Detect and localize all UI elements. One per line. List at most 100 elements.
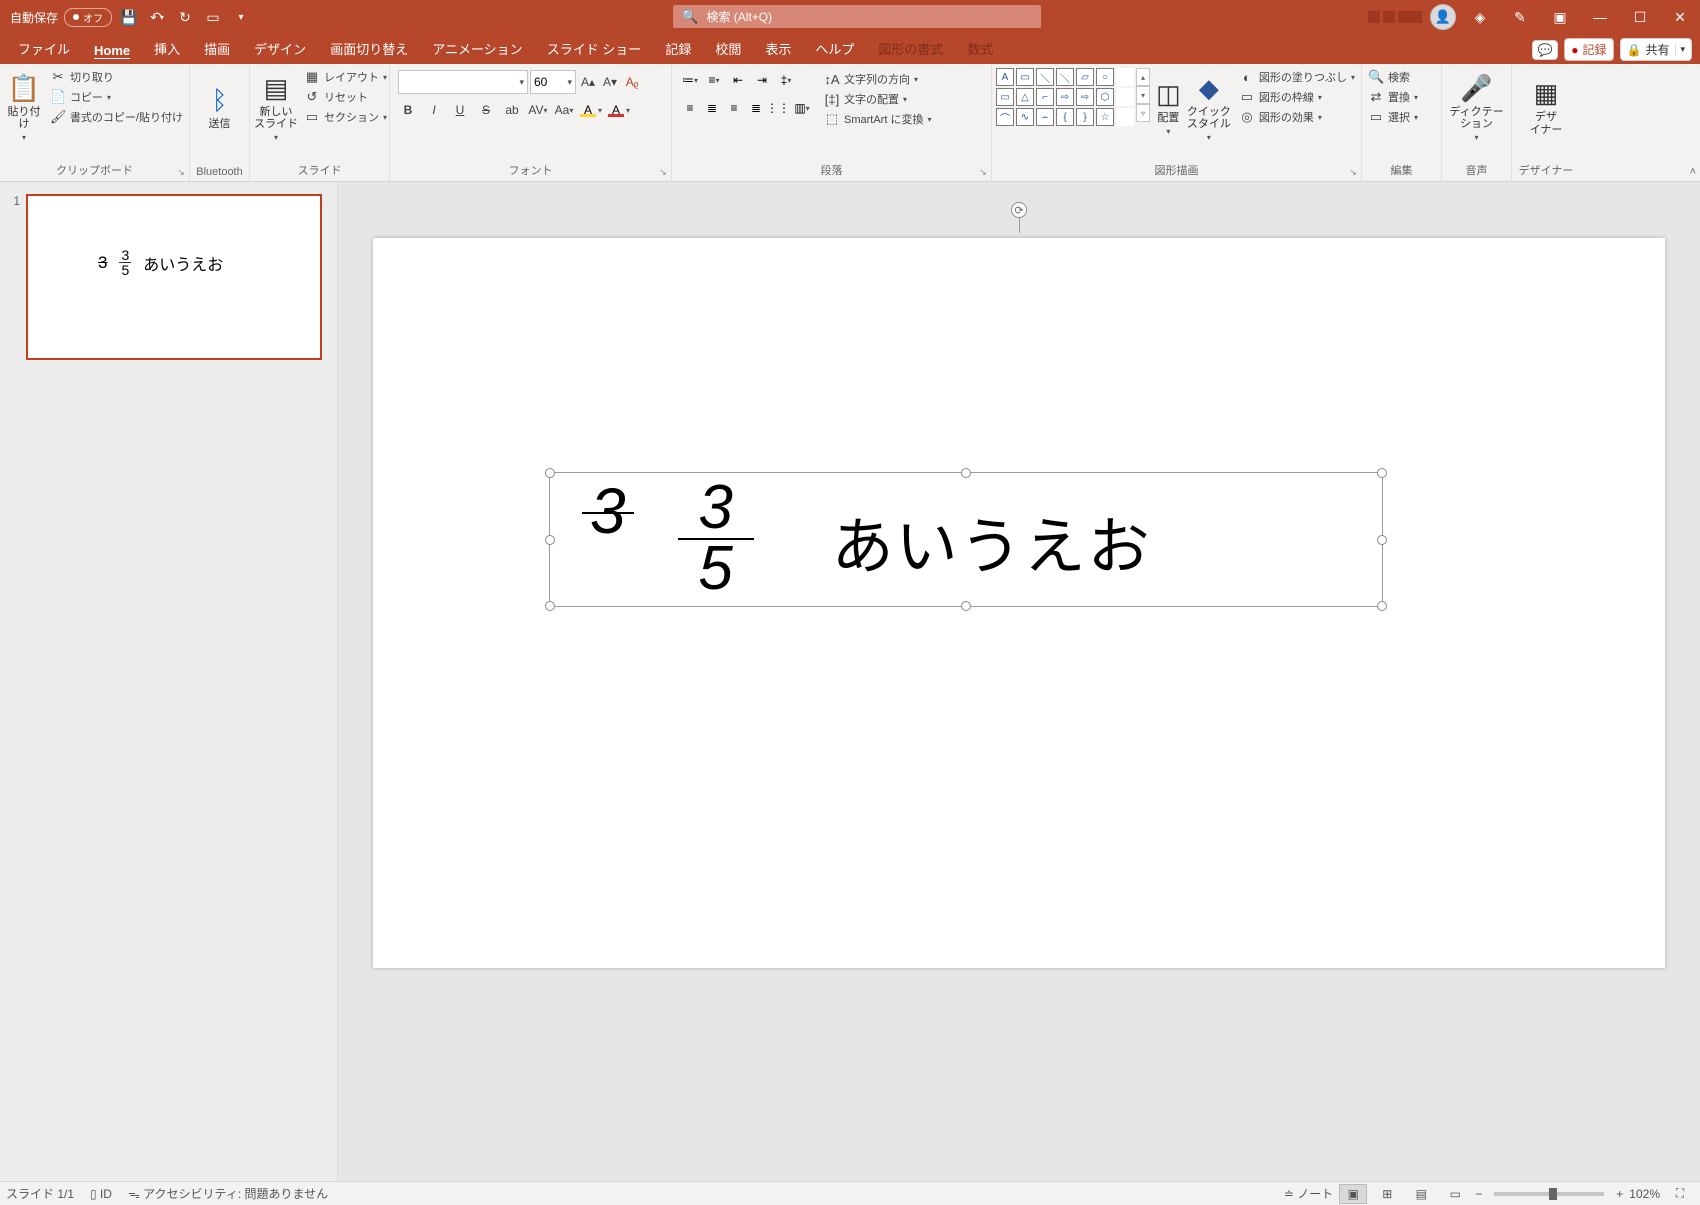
justify-button[interactable]: ≣: [746, 98, 766, 118]
handle-l[interactable]: [545, 535, 555, 545]
decrease-indent-button[interactable]: ⇤: [728, 70, 748, 90]
slide-thumbnail-1[interactable]: 3 35 あいうえお: [26, 194, 322, 360]
zoom-slider[interactable]: [1494, 1192, 1604, 1196]
select-button[interactable]: ▭選択▾: [1366, 108, 1420, 126]
text-direction-button[interactable]: ↕A文字列の方向▾: [822, 70, 933, 88]
format-painter-button[interactable]: 🖌書式のコピー/貼り付け: [48, 108, 185, 126]
arrange-button[interactable]: ◫配置▾: [1156, 68, 1181, 148]
zoom-level[interactable]: 102%: [1629, 1187, 1660, 1201]
tab-insert[interactable]: 挿入: [142, 33, 192, 64]
change-case-button[interactable]: Aa▾: [554, 100, 574, 120]
diamond-icon[interactable]: ◈: [1460, 0, 1500, 34]
smartart-button[interactable]: ⬚SmartArt に変換▾: [822, 110, 933, 128]
gallery-more-button[interactable]: ▿: [1136, 104, 1150, 122]
save-icon[interactable]: 💾: [118, 6, 140, 28]
clear-formatting-button[interactable]: Aᵨ: [622, 72, 642, 92]
strikethrough-button[interactable]: S: [476, 100, 496, 120]
tab-design[interactable]: デザイン: [242, 33, 318, 64]
pen-icon[interactable]: ✎: [1500, 0, 1540, 34]
cut-button[interactable]: ✂切り取り: [48, 68, 185, 86]
quick-styles-button[interactable]: ◆クイック スタイル▾: [1187, 68, 1231, 148]
italic-button[interactable]: I: [424, 100, 444, 120]
tab-record[interactable]: 記録: [653, 33, 703, 64]
bold-button[interactable]: B: [398, 100, 418, 120]
font-size-combo[interactable]: 60▾: [530, 70, 576, 94]
new-slide-button[interactable]: ▤ 新しい スライド▾: [254, 68, 298, 148]
paste-button[interactable]: 📋 貼り付け ▾: [4, 68, 44, 148]
clipboard-launcher[interactable]: ↘: [175, 167, 187, 179]
tab-draw[interactable]: 描画: [192, 33, 242, 64]
font-launcher[interactable]: ↘: [657, 167, 669, 179]
decrease-font-button[interactable]: A▾: [600, 72, 620, 92]
redo-icon[interactable]: ↻: [174, 6, 196, 28]
comments-icon[interactable]: 💬: [1532, 40, 1558, 60]
handle-br[interactable]: [1377, 601, 1387, 611]
reading-view-button[interactable]: ▤: [1407, 1184, 1435, 1204]
reset-button[interactable]: ↺リセット: [302, 88, 389, 106]
font-name-combo[interactable]: ▾: [398, 70, 528, 94]
minimize-button[interactable]: —: [1580, 0, 1620, 34]
align-text-button[interactable]: [‡]文字の配置▾: [822, 90, 933, 108]
layout-button[interactable]: ▦レイアウト▾: [302, 68, 389, 86]
slideshow-view-button[interactable]: ▭: [1441, 1184, 1469, 1204]
present-from-start-icon[interactable]: ▭: [202, 6, 224, 28]
normal-view-button[interactable]: ▣: [1339, 1184, 1367, 1204]
bullets-button[interactable]: ≔▾: [680, 70, 700, 90]
shape-gallery[interactable]: A▭＼＼▱○ ▭△⌐⇨⇨⬡ ⌒∿⌢{}☆: [996, 68, 1134, 126]
numbering-button[interactable]: ≡▾: [704, 70, 724, 90]
columns-button[interactable]: ▥▾: [792, 98, 812, 118]
textbox-selection[interactable]: 3 3 5 あいうえお: [549, 472, 1383, 607]
record-button[interactable]: ●記録: [1564, 38, 1613, 61]
maximize-button[interactable]: ☐: [1620, 0, 1660, 34]
collapse-ribbon-button[interactable]: ˄: [1690, 166, 1696, 178]
gallery-up-button[interactable]: ▴: [1136, 68, 1150, 86]
find-button[interactable]: 🔍検索: [1366, 68, 1420, 86]
account-avatar[interactable]: 👤: [1430, 4, 1456, 30]
replace-button[interactable]: ⇄置換▾: [1366, 88, 1420, 106]
slide-counter[interactable]: スライド 1/1: [6, 1185, 74, 1202]
line-spacing-button[interactable]: ‡▾: [776, 70, 796, 90]
align-right-button[interactable]: ≡: [724, 98, 744, 118]
autosave-toggle[interactable]: オフ: [64, 8, 112, 27]
shape-effects-button[interactable]: ◎図形の効果▾: [1237, 108, 1357, 126]
distribute-button[interactable]: ⋮⋮: [768, 98, 788, 118]
handle-tl[interactable]: [545, 468, 555, 478]
undo-icon[interactable]: ↶▾: [146, 6, 168, 28]
paragraph-launcher[interactable]: ↘: [977, 167, 989, 179]
zoom-in-button[interactable]: +: [1616, 1187, 1623, 1201]
underline-button[interactable]: U: [450, 100, 470, 120]
drawing-launcher[interactable]: ↘: [1347, 167, 1359, 179]
tab-review[interactable]: 校閲: [703, 33, 753, 64]
tab-help[interactable]: ヘルプ: [803, 33, 866, 64]
text-shadow-button[interactable]: ab: [502, 100, 522, 120]
ribbon-display-icon[interactable]: ▣: [1540, 0, 1580, 34]
increase-indent-button[interactable]: ⇥: [752, 70, 772, 90]
rotate-handle[interactable]: ⟳: [1011, 202, 1027, 218]
align-center-button[interactable]: ≣: [702, 98, 722, 118]
tab-file[interactable]: ファイル: [6, 33, 82, 64]
handle-tr[interactable]: [1377, 468, 1387, 478]
increase-font-button[interactable]: A▴: [578, 72, 598, 92]
handle-b[interactable]: [961, 601, 971, 611]
designer-button[interactable]: ▦ デザ イナー: [1523, 68, 1569, 148]
char-spacing-button[interactable]: AV▾: [528, 100, 548, 120]
thumbnail-panel[interactable]: 1 3 35 あいうえお: [0, 182, 338, 1181]
font-color-button[interactable]: A: [608, 103, 624, 117]
notes-button[interactable]: ≐ ノート: [1284, 1185, 1333, 1202]
handle-t[interactable]: [961, 468, 971, 478]
shape-fill-button[interactable]: ◐図形の塗りつぶし▾: [1237, 68, 1357, 86]
slide-canvas[interactable]: ⟳ 3 3 5 あいうえお: [338, 182, 1700, 1181]
a11y-status[interactable]: ᯓ アクセシビリティ: 問題ありません: [128, 1185, 328, 1202]
gallery-down-button[interactable]: ▾: [1136, 86, 1150, 104]
share-button[interactable]: 🔒共有▾: [1620, 38, 1693, 61]
highlight-color-button[interactable]: A: [580, 103, 596, 117]
tab-shape-format[interactable]: 図形の書式: [866, 33, 955, 64]
fit-window-button[interactable]: ⛶: [1666, 1184, 1694, 1204]
tab-view[interactable]: 表示: [753, 33, 803, 64]
slide[interactable]: ⟳ 3 3 5 あいうえお: [373, 238, 1665, 968]
section-button[interactable]: ▭セクション▾: [302, 108, 389, 126]
handle-bl[interactable]: [545, 601, 555, 611]
tab-home[interactable]: Home: [82, 37, 142, 64]
handle-r[interactable]: [1377, 535, 1387, 545]
shape-outline-button[interactable]: ▭図形の枠線▾: [1237, 88, 1357, 106]
